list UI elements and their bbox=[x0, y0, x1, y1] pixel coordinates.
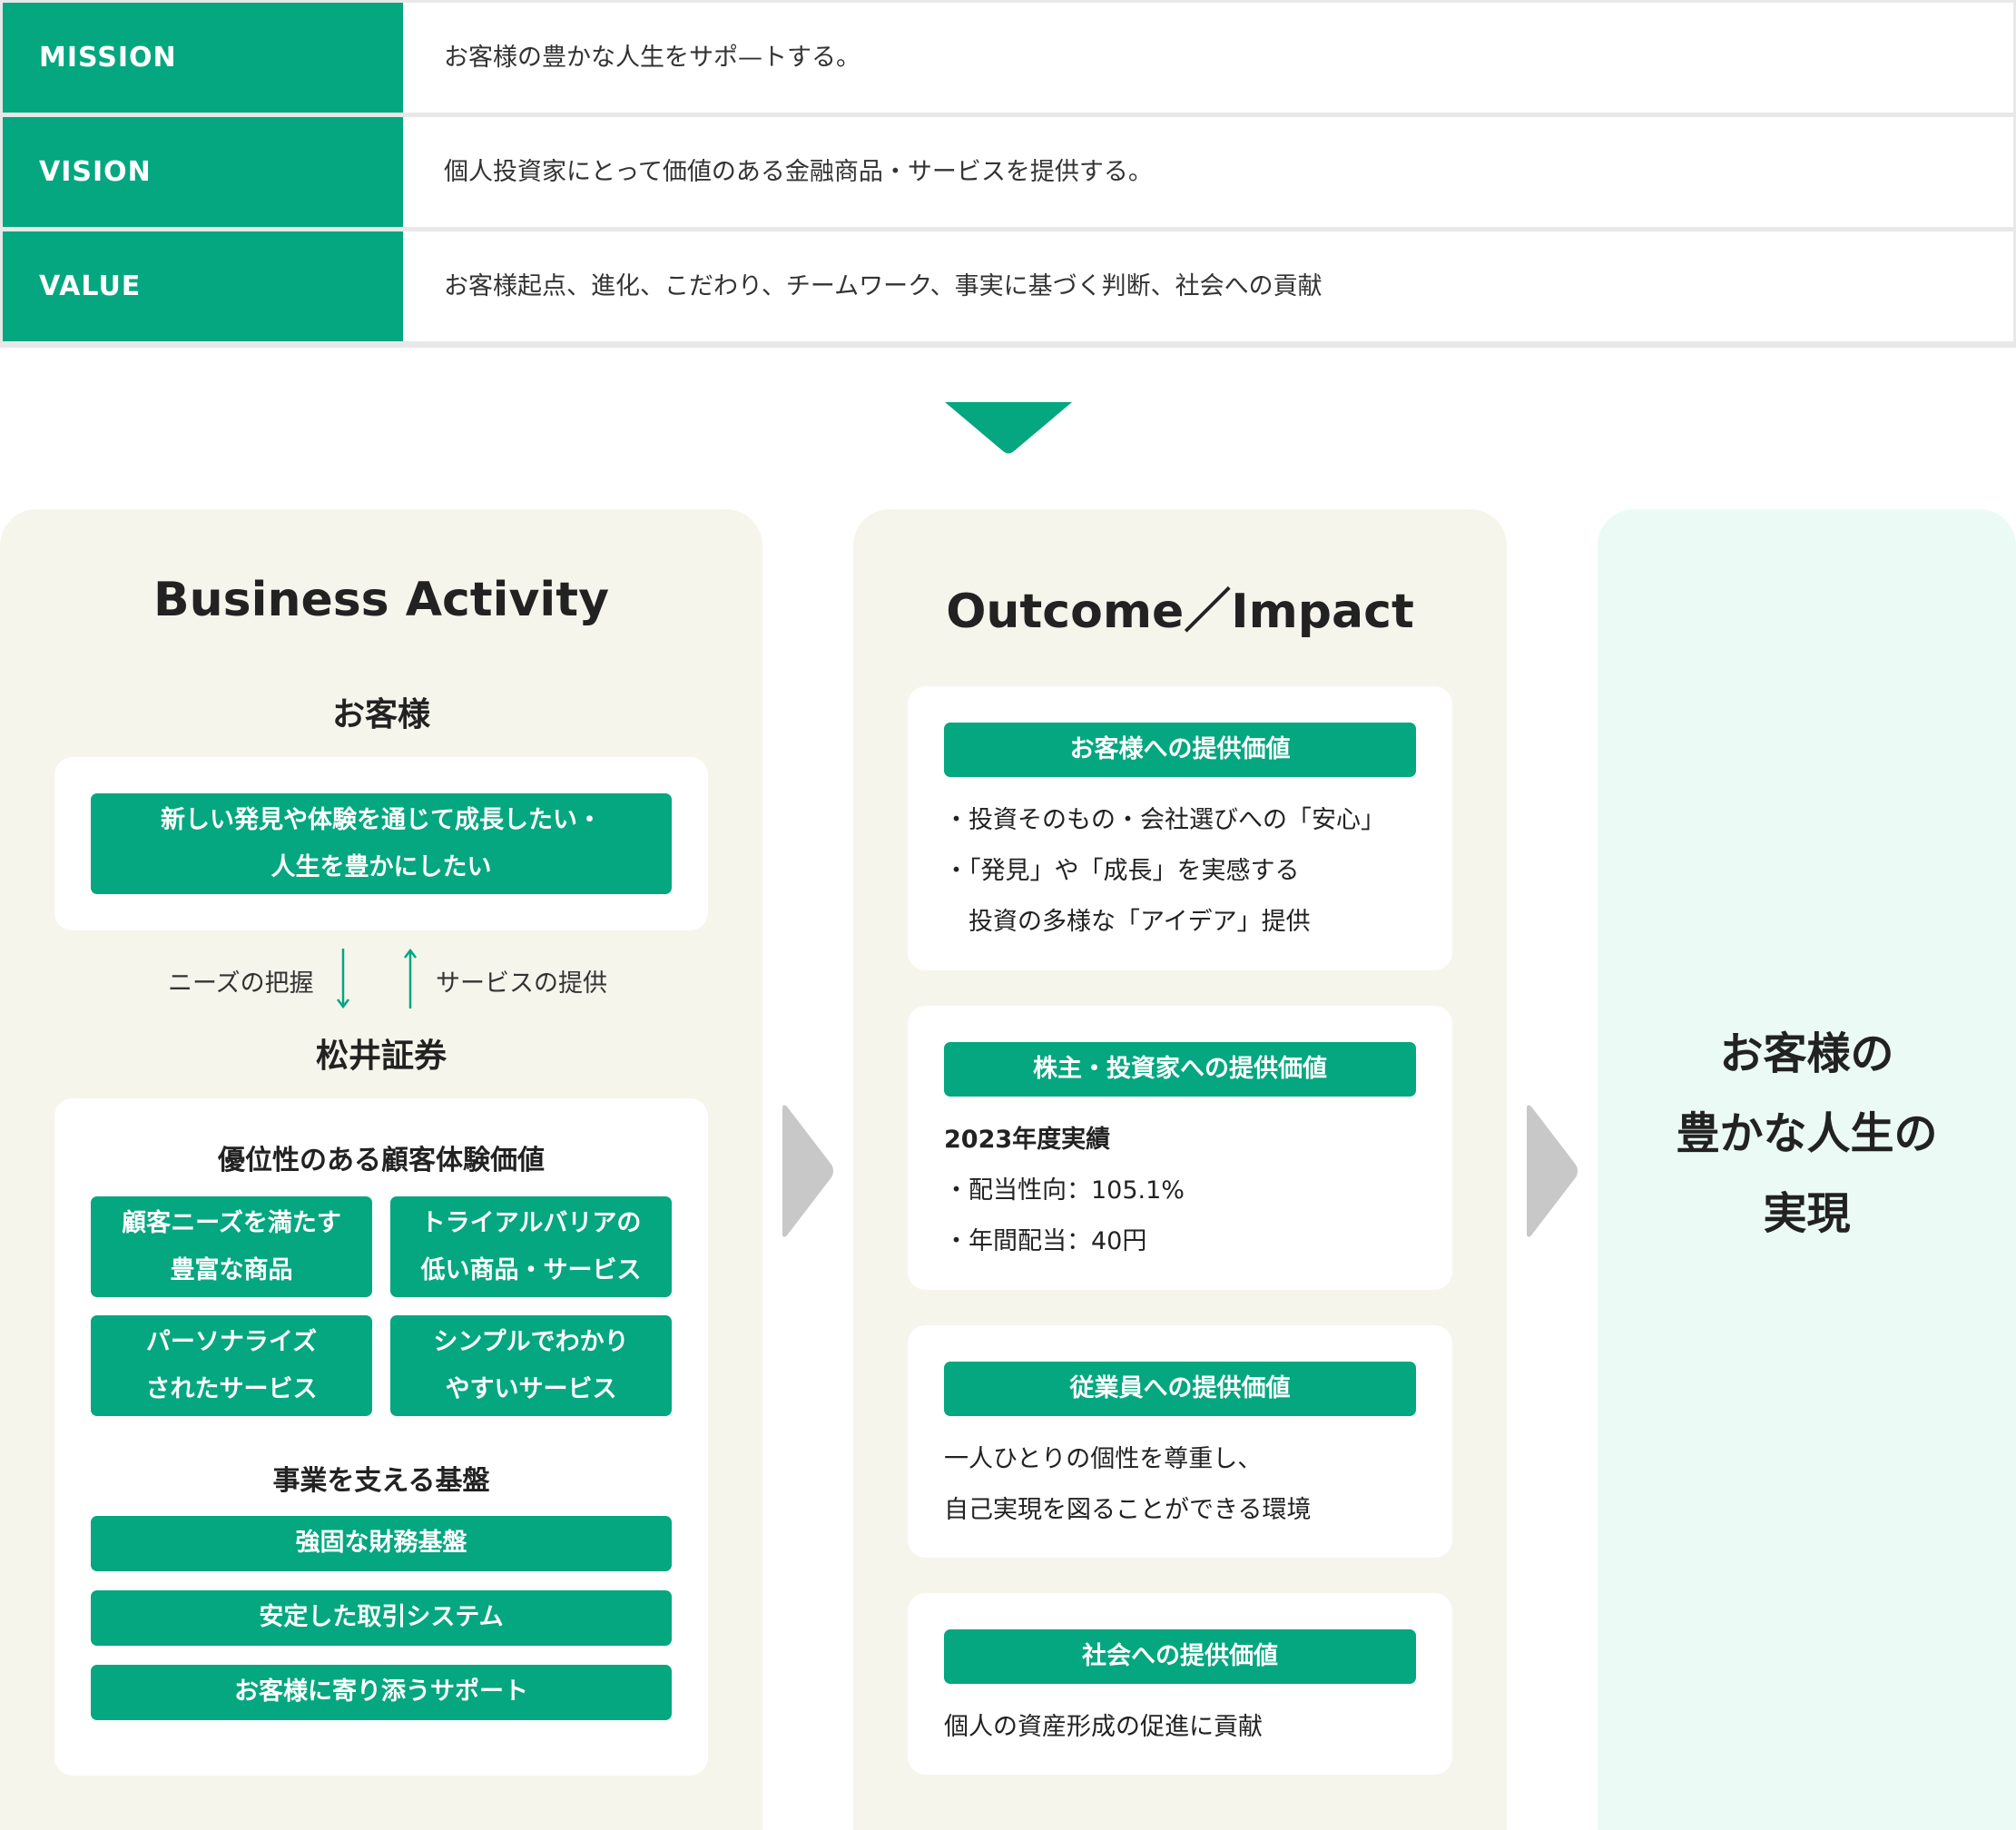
value-row: VALUE お客様起点、進化、こだわり、チームワーク、事実に基づく判断、社会への… bbox=[3, 231, 2013, 341]
arrow-down-icon bbox=[337, 949, 349, 1009]
shareholder-value-line-3: ・年間配当：40円 bbox=[944, 1227, 1147, 1255]
company-title: 松井証券 bbox=[315, 1038, 447, 1075]
vision-row: VISION 個人投資家にとって価値のある金融商品・サービスを提供する。 bbox=[3, 117, 2013, 227]
experience-item-2-line-1: トライアルバリアの bbox=[420, 1208, 642, 1237]
experience-item-3-line-2: されたサービス bbox=[145, 1374, 318, 1403]
employee-value-card: 従業員への提供価値 一人ひとりの個性を尊重し、 自己実現を図ることができる環境 bbox=[908, 1325, 1452, 1558]
employee-value-text: 一人ひとりの個性を尊重し、 自己実現を図ることができる環境 bbox=[944, 1434, 1434, 1536]
foundation-item-3: お客様に寄り添うサポート bbox=[91, 1665, 672, 1720]
experience-item-1-line-1: 顧客ニーズを満たす bbox=[122, 1208, 341, 1237]
society-value-text: 個人の資産形成の促進に貢献 bbox=[944, 1702, 1434, 1753]
experience-item-3: パーソナライズ されたサービス bbox=[91, 1315, 372, 1416]
customer-need-box: 新しい発見や体験を通じて成長したい・ 人生を豊かにしたい bbox=[91, 793, 672, 894]
experience-item-2-line-2: 低い商品・サービス bbox=[420, 1255, 642, 1284]
result-panel: お客様の 豊かな人生の 実現 bbox=[1598, 509, 2016, 1830]
business-activity-panel: Business Activity お客様 新しい発見や体験を通じて成長したい・… bbox=[0, 509, 762, 1830]
experience-item-4: シンプルでわかり やすいサービス bbox=[390, 1315, 672, 1416]
chevron-right-icon bbox=[782, 1105, 833, 1237]
shareholder-value-line-2: ・配当性向：105.1% bbox=[944, 1176, 1185, 1205]
society-value-heading: 社会への提供価値 bbox=[944, 1629, 1416, 1684]
mvv-table: MISSION お客様の豊かな人生をサポ—トする。 VISION 個人投資家にと… bbox=[0, 0, 2016, 348]
business-activity-title: Business Activity bbox=[153, 573, 609, 627]
customer-value-card: お客様への提供価値 ・投資そのもの・会社選びへの「安心」 ・「発見」や「成長」を… bbox=[908, 686, 1452, 970]
result-line-1: お客様の bbox=[1719, 1028, 1894, 1079]
shareholder-value-text: 2023年度実績 ・配当性向：105.1% ・年間配当：40円 bbox=[944, 1115, 1434, 1267]
value-label: VALUE bbox=[3, 231, 403, 341]
mission-label: MISSION bbox=[3, 3, 403, 113]
customer-title: お客様 bbox=[331, 696, 430, 733]
society-value-line-1: 個人の資産形成の促進に貢献 bbox=[944, 1713, 1263, 1741]
down-arrow-icon bbox=[945, 402, 1072, 454]
customer-need-line-2: 人生を豊かにしたい bbox=[270, 852, 492, 881]
outcome-impact-title: Outcome／Impact bbox=[946, 585, 1414, 639]
chevron-right-icon-2 bbox=[1527, 1105, 1578, 1237]
experience-title: 優位性のある顧客体験価値 bbox=[218, 1145, 545, 1176]
customer-value-text: ・投資そのもの・会社選びへの「安心」 ・「発見」や「成長」を実感する 投資の多様… bbox=[944, 795, 1434, 948]
mission-row: MISSION お客様の豊かな人生をサポ—トする。 bbox=[3, 3, 2013, 113]
vision-text: 個人投資家にとって価値のある金融商品・サービスを提供する。 bbox=[444, 158, 1153, 186]
result-text: お客様の 豊かな人生の 実現 bbox=[1598, 509, 2016, 1830]
society-value-card: 社会への提供価値 個人の資産形成の促進に貢献 bbox=[908, 1593, 1452, 1775]
customer-value-line-3: 投資の多様な「アイデア」提供 bbox=[944, 908, 1311, 936]
service-flow-label: サービスの提供 bbox=[436, 969, 607, 998]
shareholder-value-line-1: 2023年度実績 bbox=[944, 1126, 1111, 1154]
shareholder-value-heading: 株主・投資家への提供価値 bbox=[944, 1042, 1416, 1097]
customer-card: 新しい発見や体験を通じて成長したい・ 人生を豊かにしたい bbox=[54, 757, 708, 930]
employee-value-heading: 従業員への提供価値 bbox=[944, 1362, 1416, 1416]
customer-value-line-2: ・「発見」や「成長」を実感する bbox=[944, 857, 1300, 885]
mission-text: お客様の豊かな人生をサポ—トする。 bbox=[444, 44, 860, 72]
shareholder-value-card: 株主・投資家への提供価値 2023年度実績 ・配当性向：105.1% ・年間配当… bbox=[908, 1006, 1452, 1290]
experience-item-2: トライアルバリアの 低い商品・サービス bbox=[390, 1196, 672, 1297]
experience-item-3-line-1: パーソナライズ bbox=[145, 1327, 318, 1356]
foundation-item-2: 安定した取引システム bbox=[91, 1590, 672, 1646]
experience-item-4-line-2: やすいサービス bbox=[445, 1374, 617, 1403]
foundation-title: 事業を支える基盤 bbox=[272, 1465, 490, 1497]
customer-value-heading: お客様への提供価値 bbox=[944, 723, 1416, 777]
employee-value-line-1: 一人ひとりの個性を尊重し、 bbox=[944, 1445, 1263, 1473]
experience-item-1: 顧客ニーズを満たす 豊富な商品 bbox=[91, 1196, 372, 1297]
customer-need-line-1: 新しい発見や体験を通じて成長したい・ bbox=[161, 805, 602, 834]
experience-item-4-line-1: シンプルでわかり bbox=[433, 1327, 629, 1356]
company-card: 優位性のある顧客体験価値 顧客ニーズを満たす 豊富な商品 トライアルバリアの 低… bbox=[54, 1098, 708, 1776]
value-text: お客様起点、進化、こだわり、チームワーク、事実に基づく判断、社会への貢献 bbox=[444, 272, 1323, 300]
arrow-up-icon bbox=[404, 948, 417, 1008]
vision-label: VISION bbox=[3, 117, 403, 227]
employee-value-line-2: 自己実現を図ることができる環境 bbox=[944, 1496, 1312, 1524]
foundation-item-1: 強固な財務基盤 bbox=[91, 1516, 672, 1571]
outcome-impact-panel: Outcome／Impact お客様への提供価値 ・投資そのもの・会社選びへの「… bbox=[853, 509, 1507, 1830]
customer-value-line-1: ・投資そのもの・会社選びへの「安心」 bbox=[944, 806, 1385, 834]
experience-item-1-line-2: 豊富な商品 bbox=[170, 1255, 293, 1284]
result-line-2: 豊かな人生の bbox=[1676, 1107, 1938, 1159]
needs-flow-label: ニーズの把握 bbox=[168, 969, 314, 998]
result-line-3: 実現 bbox=[1763, 1187, 1851, 1239]
